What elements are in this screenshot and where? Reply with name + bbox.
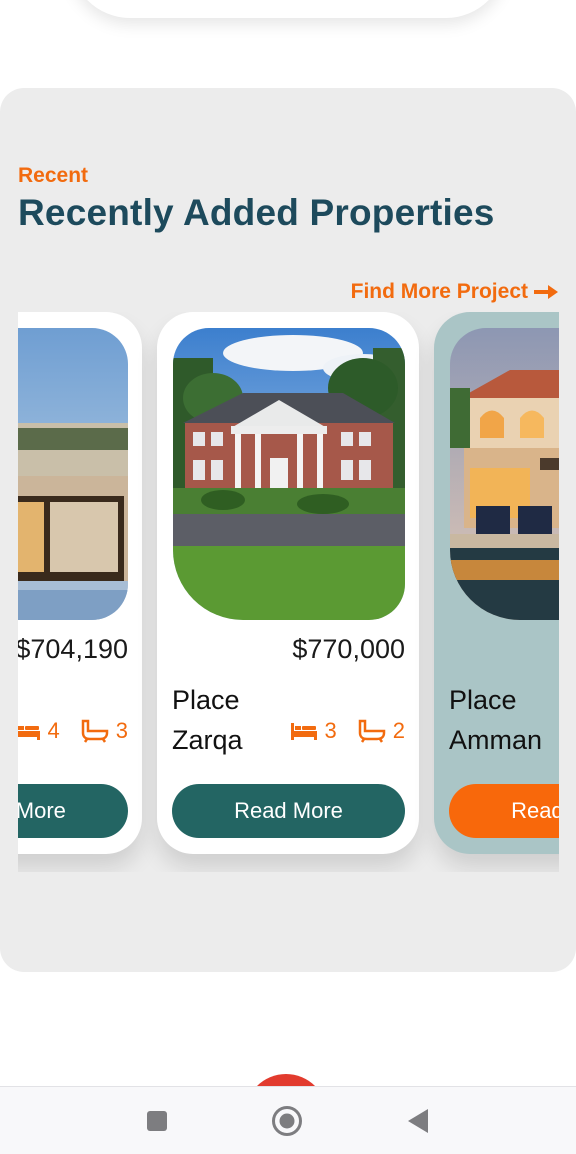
property-place: Place Amman — [449, 685, 543, 755]
property-image — [18, 328, 128, 620]
screen: Recent Recently Added Properties Find Mo… — [0, 0, 576, 1154]
square-icon — [147, 1111, 167, 1131]
read-more-button[interactable]: Read More — [172, 784, 405, 838]
property-card[interactable]: $770,000 Place Zarqa 3 2 Read More — [157, 312, 419, 854]
recent-apps-button[interactable] — [141, 1105, 173, 1137]
home-button[interactable] — [271, 1105, 303, 1137]
back-button[interactable] — [402, 1105, 434, 1137]
read-more-button[interactable]: Read More — [18, 784, 128, 838]
bed-count: 3 — [324, 718, 337, 743]
read-more-button[interactable]: Read More — [449, 784, 559, 838]
section-title: Recently Added Properties — [18, 192, 495, 233]
property-price: $704,190 — [18, 634, 128, 664]
bed-icon — [18, 726, 40, 740]
bed-count: 4 — [47, 718, 60, 743]
find-more-label: Find More Project — [350, 280, 528, 303]
triangle-back-icon — [408, 1109, 428, 1133]
property-specs: 3 2 — [289, 718, 405, 744]
system-navigation-bar — [0, 1086, 576, 1154]
top-card-remnant — [70, 0, 506, 18]
recent-properties-section: Recent Recently Added Properties Find Mo… — [0, 88, 576, 972]
bath-count: 3 — [115, 718, 128, 743]
property-carousel[interactable]: $704,190 4 3 Read More — [18, 312, 559, 872]
bath-count: 2 — [392, 718, 405, 743]
bathtub-icon — [358, 719, 385, 743]
property-price: $770,000 — [292, 634, 405, 664]
property-image — [173, 328, 405, 620]
bathtub-icon — [81, 719, 108, 743]
property-image — [450, 328, 559, 620]
bed-icon — [290, 723, 317, 740]
arrow-right-icon — [534, 285, 558, 299]
find-more-project-link[interactable]: Find More Project — [351, 280, 558, 304]
section-eyebrow: Recent — [18, 164, 89, 187]
property-card[interactable]: Place Amman Read More — [434, 312, 559, 854]
property-card[interactable]: $704,190 4 3 Read More — [18, 312, 142, 854]
property-place: Place Zarqa — [172, 685, 243, 755]
circle-home-icon — [272, 1106, 302, 1136]
property-specs: 4 3 — [18, 718, 128, 744]
